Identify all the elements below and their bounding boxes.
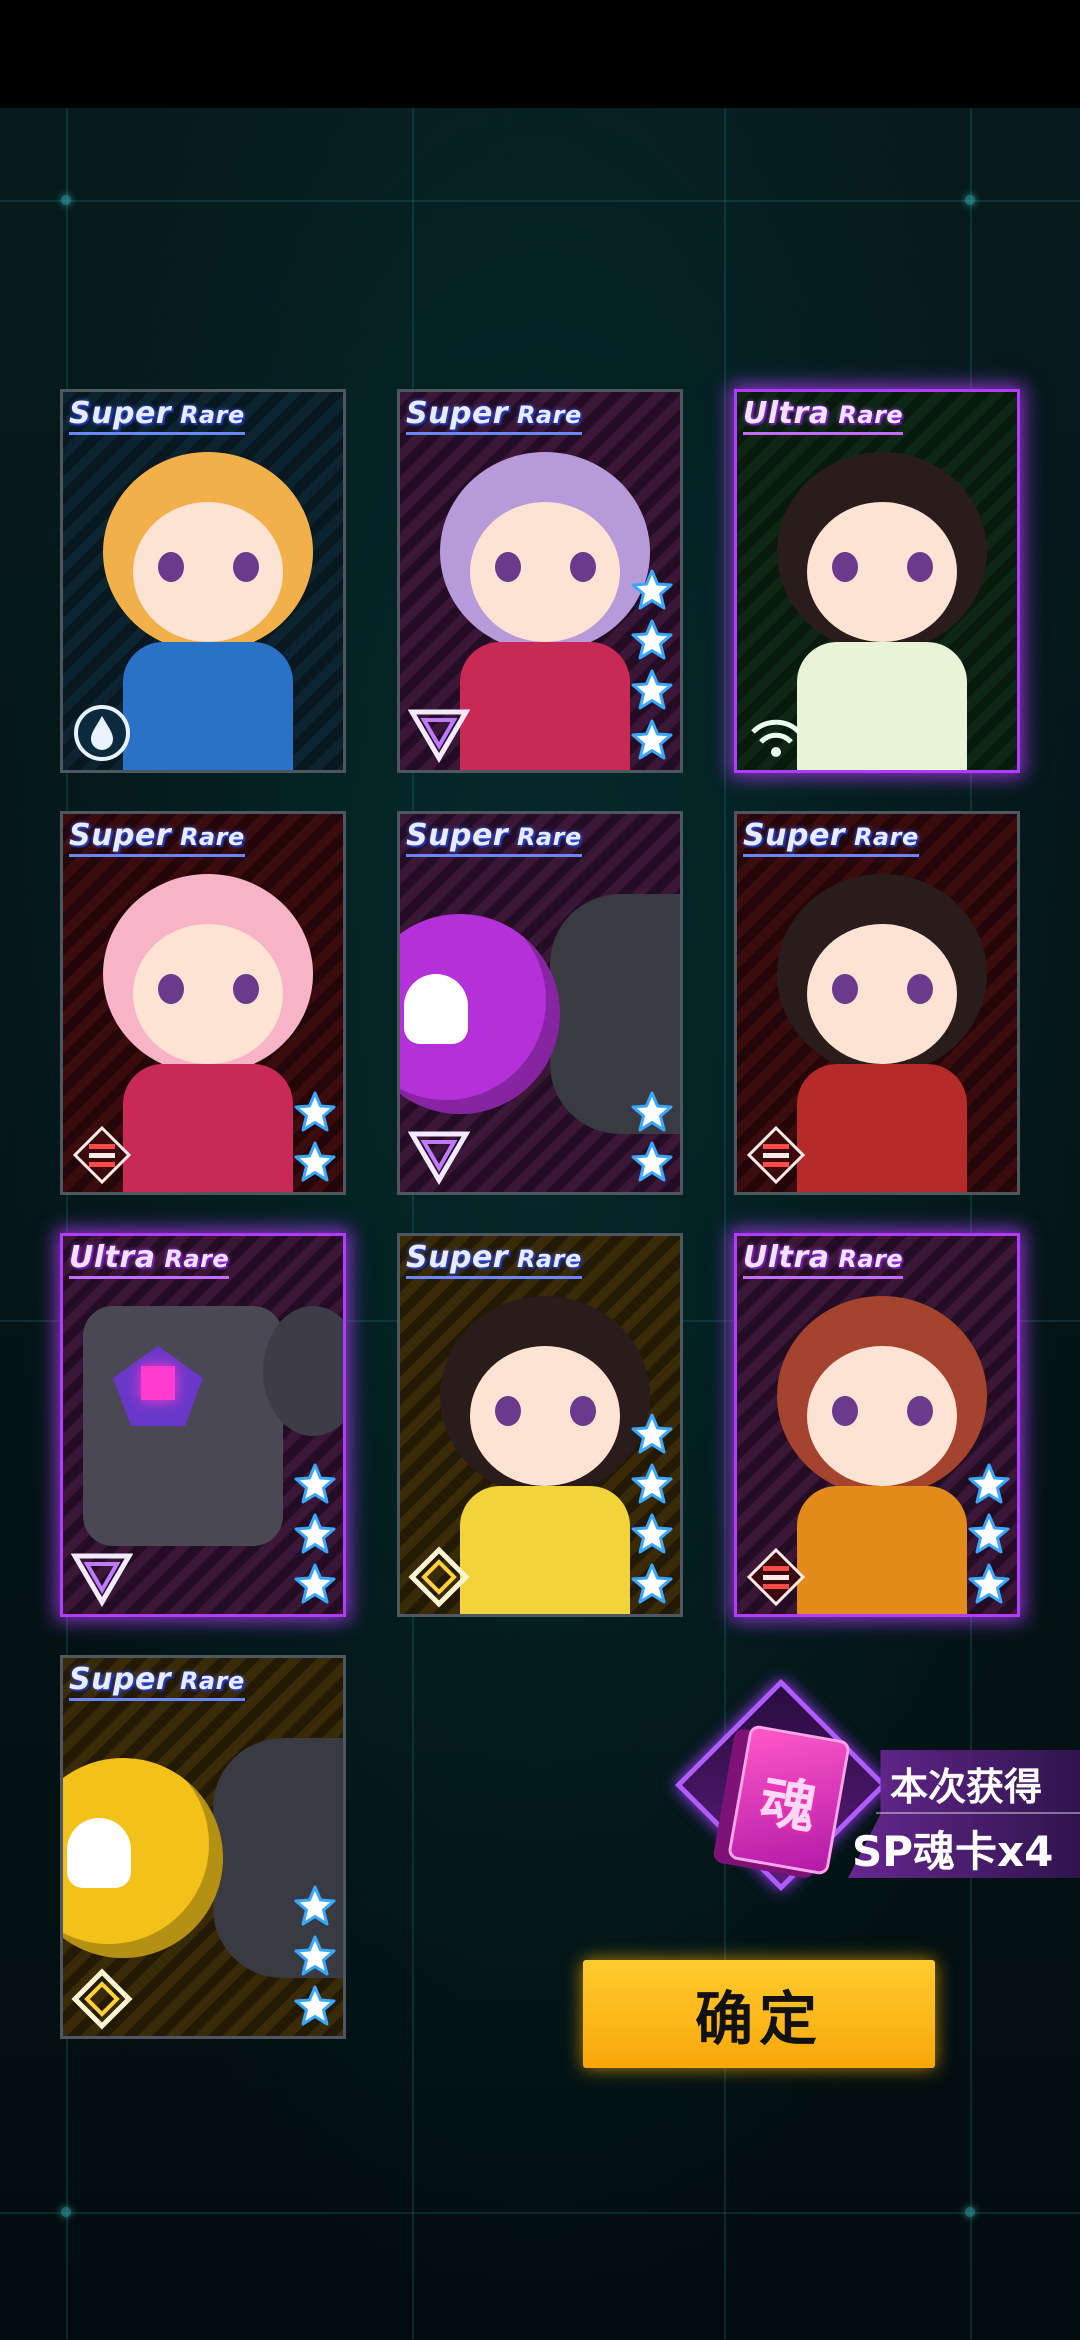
- star-icon: [631, 1141, 673, 1182]
- reward-panel: 魂 本次获得 SP魂卡x4: [674, 1678, 1080, 1910]
- star-icon: [631, 719, 673, 760]
- rarity-tail: Rare: [171, 401, 245, 429]
- rarity-tail: Rare: [508, 1245, 582, 1273]
- character-card[interactable]: Super Rare: [397, 1233, 683, 1617]
- star-rating: [293, 1090, 337, 1184]
- character-card[interactable]: Super Rare: [734, 811, 1020, 1195]
- rarity-word: Super: [406, 396, 509, 431]
- triangle-icon: [408, 1131, 470, 1185]
- reward-value: SP魂卡x4: [852, 1827, 1054, 1876]
- stripes-icon: [72, 1125, 132, 1185]
- rarity-label: Ultra Rare: [69, 1240, 230, 1279]
- star-rating: [630, 1412, 674, 1606]
- rarity-word: Ultra: [743, 1240, 830, 1275]
- star-icon: [294, 1463, 336, 1504]
- rarity-label: Ultra Rare: [743, 396, 904, 435]
- rarity-tail: Rare: [845, 823, 919, 851]
- rarity-tail: Rare: [829, 401, 904, 429]
- star-icon: [294, 1885, 336, 1926]
- star-rating: [293, 1462, 337, 1606]
- grid-node: [965, 2207, 975, 2217]
- grid-node: [61, 195, 71, 205]
- water-drop-icon: [74, 705, 130, 761]
- grid-line: [0, 200, 1080, 202]
- star-icon: [968, 1513, 1010, 1554]
- rarity-word: Super: [69, 396, 172, 431]
- triangle-icon: [71, 1553, 133, 1607]
- triangle-icon: [408, 709, 470, 763]
- star-icon: [631, 1463, 673, 1504]
- rarity-word: Super: [406, 1240, 509, 1275]
- star-icon: [631, 1513, 673, 1554]
- grid-node: [61, 2207, 71, 2217]
- rarity-label: Super Rare: [69, 396, 245, 435]
- rarity-tail: Rare: [508, 401, 582, 429]
- character-card[interactable]: Super Rare: [397, 811, 683, 1195]
- character-card[interactable]: Super Rare: [60, 389, 346, 773]
- rarity-word: Ultra: [743, 396, 830, 431]
- star-icon: [631, 569, 673, 610]
- character-card[interactable]: Ultra Rare: [734, 1233, 1020, 1617]
- reward-divider: [876, 1812, 1080, 1814]
- star-icon: [968, 1563, 1010, 1604]
- rarity-label: Super Rare: [406, 396, 582, 435]
- rarity-label: Super Rare: [69, 818, 245, 857]
- confirm-button[interactable]: 确定: [583, 1960, 935, 2068]
- rarity-tail: Rare: [171, 823, 245, 851]
- star-icon: [294, 1513, 336, 1554]
- soul-card-glyph: 魂: [754, 1768, 822, 1842]
- rarity-tail: Rare: [155, 1245, 230, 1273]
- star-icon: [294, 1091, 336, 1132]
- soul-card-icon: 魂: [726, 1724, 852, 1876]
- star-icon: [631, 669, 673, 710]
- star-icon: [631, 619, 673, 660]
- star-icon: [631, 1563, 673, 1604]
- stripes-icon: [746, 1125, 806, 1185]
- wifi-icon: [751, 719, 801, 757]
- rarity-label: Super Rare: [69, 1662, 245, 1701]
- star-icon: [968, 1463, 1010, 1504]
- star-icon: [294, 1563, 336, 1604]
- character-card[interactable]: Super Rare: [60, 811, 346, 1195]
- star-icon: [294, 1935, 336, 1976]
- character-card[interactable]: Ultra Rare: [60, 1233, 346, 1617]
- rarity-tail: Rare: [171, 1667, 245, 1695]
- star-rating: [630, 1090, 674, 1184]
- confirm-label: 确定: [694, 1985, 823, 2053]
- character-card[interactable]: Super Rare: [60, 1655, 346, 2039]
- rarity-word: Super: [743, 818, 846, 853]
- stripes-icon: [746, 1547, 806, 1607]
- star-icon: [631, 1091, 673, 1132]
- star-icon: [294, 1985, 336, 2026]
- rarity-word: Super: [69, 818, 172, 853]
- diamond-icon: [71, 1968, 133, 2030]
- rarity-tail: Rare: [829, 1245, 904, 1273]
- reward-title: 本次获得: [890, 1765, 1043, 1809]
- rarity-word: Super: [69, 1662, 172, 1697]
- grid-line: [0, 2212, 1080, 2214]
- star-rating: [293, 1884, 337, 2028]
- rarity-tail: Rare: [508, 823, 582, 851]
- rarity-label: Ultra Rare: [743, 1240, 904, 1279]
- rarity-word: Ultra: [69, 1240, 156, 1275]
- star-icon: [294, 1141, 336, 1182]
- rarity-label: Super Rare: [743, 818, 919, 857]
- character-card[interactable]: Super Rare: [397, 389, 683, 773]
- diamond-icon: [408, 1546, 470, 1608]
- star-rating: [967, 1462, 1011, 1606]
- character-card[interactable]: Ultra Rare: [734, 389, 1020, 773]
- rarity-label: Super Rare: [406, 818, 582, 857]
- rarity-word: Super: [406, 818, 509, 853]
- grid-node: [965, 195, 975, 205]
- rarity-label: Super Rare: [406, 1240, 582, 1279]
- star-icon: [631, 1413, 673, 1454]
- status-bar: [0, 0, 1080, 108]
- star-rating: [630, 568, 674, 762]
